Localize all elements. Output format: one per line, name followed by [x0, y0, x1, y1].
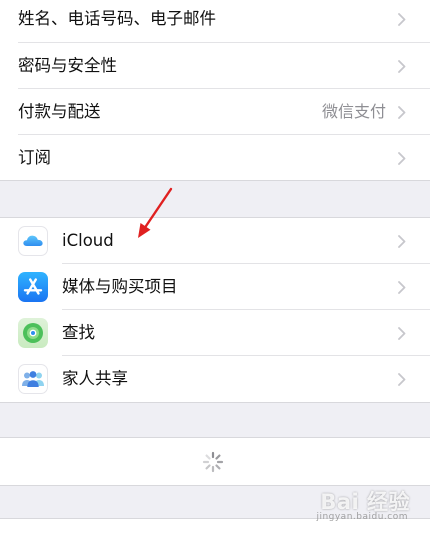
- loading-cell: [0, 437, 430, 486]
- chevron-right-icon: [398, 152, 406, 165]
- watermark-url: jingyan.baidu.com: [316, 512, 408, 522]
- row-family-sharing[interactable]: 家人共享: [0, 356, 430, 402]
- row-label: 查找: [62, 323, 95, 342]
- row-name-phone-email[interactable]: 姓名、电话号码、电子邮件: [0, 0, 430, 42]
- row-label: 付款与配送: [18, 102, 101, 121]
- row-label: 家人共享: [62, 369, 128, 388]
- chevron-right-icon: [398, 13, 406, 26]
- row-subscriptions[interactable]: 订阅: [0, 135, 430, 181]
- row-icloud[interactable]: iCloud: [0, 218, 430, 264]
- chevron-right-icon: [398, 281, 406, 294]
- row-label: 姓名、电话号码、电子邮件: [18, 9, 216, 28]
- chevron-right-icon: [398, 373, 406, 386]
- app-store-icon: [18, 272, 48, 302]
- row-payment-shipping[interactable]: 付款与配送 微信支付: [0, 89, 430, 135]
- payment-method-value: 微信支付: [321, 102, 386, 121]
- chevron-right-icon: [398, 327, 406, 340]
- chevron-right-icon: [398, 106, 406, 119]
- find-my-icon: [18, 318, 48, 348]
- apple-id-settings-screen: 姓名、电话号码、电子邮件 密码与安全性 付款与配送 微信支付 订阅 iCloud…: [0, 0, 430, 533]
- services-group: iCloud 媒体与购买项目 查找 家人共享: [0, 217, 430, 403]
- icloud-icon: [18, 226, 48, 256]
- row-label: 媒体与购买项目: [62, 277, 178, 296]
- chevron-right-icon: [398, 235, 406, 248]
- row-label: iCloud: [62, 231, 114, 250]
- row-password-security[interactable]: 密码与安全性: [0, 43, 430, 89]
- row-find-my[interactable]: 查找: [0, 310, 430, 356]
- row-label: 密码与安全性: [18, 56, 117, 75]
- chevron-right-icon: [398, 60, 406, 73]
- red-arrow-icon: [138, 187, 173, 238]
- family-sharing-icon: [18, 364, 48, 394]
- row-media-purchases[interactable]: 媒体与购买项目: [0, 264, 430, 310]
- loading-spinner-icon: [202, 451, 224, 473]
- row-label: 订阅: [18, 148, 51, 167]
- account-settings-group: 姓名、电话号码、电子邮件 密码与安全性 付款与配送 微信支付 订阅: [0, 0, 430, 181]
